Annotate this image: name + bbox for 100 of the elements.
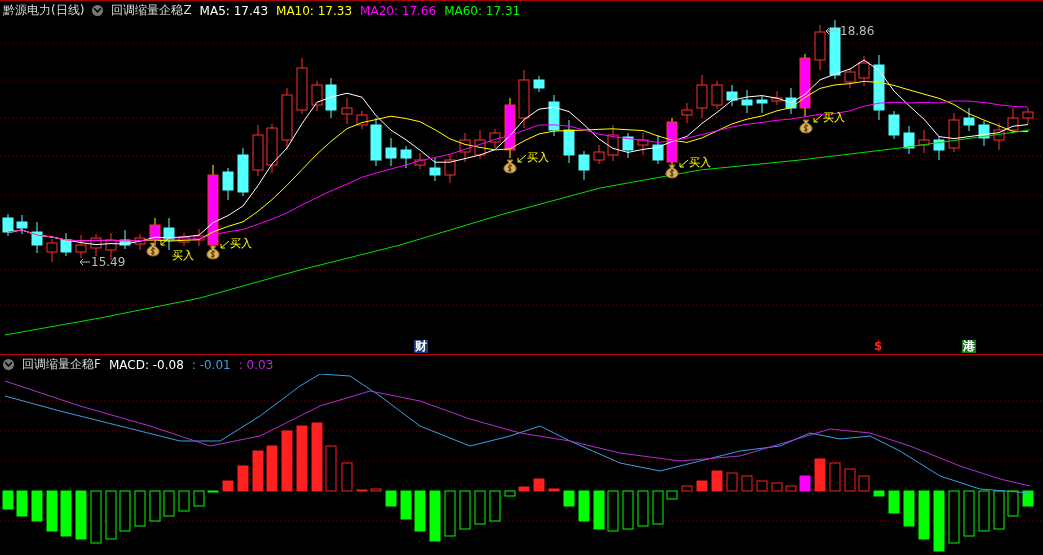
candlestick xyxy=(75,234,87,259)
histogram-bar xyxy=(385,490,397,507)
event-marker[interactable]: $ xyxy=(873,340,884,353)
buy-signal-label: 买入 xyxy=(527,151,549,164)
histogram-bar xyxy=(178,490,190,512)
candlestick xyxy=(622,132,634,159)
money-bag-icon xyxy=(665,164,679,179)
money-bag-icon xyxy=(799,119,813,134)
indicator-value: : -0.01 xyxy=(191,357,231,372)
indicator-value: MACD: -0.08 xyxy=(108,357,184,372)
histogram-bar xyxy=(993,490,1005,530)
candlestick xyxy=(593,144,605,165)
dropdown-icon[interactable] xyxy=(92,5,104,16)
histogram-bar xyxy=(237,465,249,492)
histogram-bar xyxy=(637,490,649,527)
histogram-bar xyxy=(414,490,426,532)
event-marker[interactable]: 港 xyxy=(962,340,976,353)
dropdown-icon[interactable] xyxy=(3,359,14,370)
histogram-bar xyxy=(844,468,856,492)
arrow-icon xyxy=(825,27,839,35)
indicator-value: : 0.03 xyxy=(238,357,274,372)
candlestick xyxy=(1022,107,1034,125)
indicator-value: MA60: 17.31 xyxy=(444,3,521,18)
candlestick xyxy=(60,232,72,257)
histogram-bar xyxy=(533,478,545,492)
money-bag-icon xyxy=(206,245,220,260)
candlestick xyxy=(948,112,960,153)
histogram-bar xyxy=(489,490,501,522)
candlestick xyxy=(311,80,323,112)
buy-signal-label: 买入 xyxy=(230,237,252,250)
histogram-bar xyxy=(963,490,975,537)
arrow-icon xyxy=(220,240,230,249)
candlestick xyxy=(873,54,885,121)
candlestick xyxy=(474,129,486,160)
histogram-bar xyxy=(741,475,753,492)
histogram-bar xyxy=(814,458,826,492)
candlestick xyxy=(489,128,501,149)
histogram-bar xyxy=(948,490,960,544)
candlestick xyxy=(711,80,723,110)
candlestick xyxy=(814,24,826,71)
histogram-bar xyxy=(607,490,619,532)
arrow-icon xyxy=(679,159,689,168)
high-price-label: 18.86 xyxy=(840,24,875,38)
candlestick xyxy=(237,147,249,197)
histogram-bar xyxy=(518,486,530,492)
histogram-bar xyxy=(504,490,516,497)
histogram-bar xyxy=(341,462,353,492)
histogram-bar xyxy=(829,462,841,492)
low-price-label: 15.49 xyxy=(91,255,126,269)
histogram-bar xyxy=(858,475,870,492)
candlestick xyxy=(903,125,915,155)
candlestick xyxy=(785,87,797,115)
candlestick xyxy=(563,119,575,164)
candlestick xyxy=(963,107,975,132)
histogram-bar xyxy=(16,490,28,517)
histogram-bar xyxy=(75,490,87,540)
histogram-bar xyxy=(60,490,72,537)
candlestick xyxy=(844,67,856,89)
arrow-icon xyxy=(79,258,91,266)
candlestick xyxy=(548,94,560,137)
histogram-bar xyxy=(726,472,738,492)
histogram-bar xyxy=(771,482,783,492)
candlestick xyxy=(31,221,43,254)
histogram-bar xyxy=(444,490,456,537)
candlestick xyxy=(607,124,619,162)
candlestick xyxy=(119,229,131,250)
histogram-bar xyxy=(134,490,146,527)
indicator-value: MA20: 17.66 xyxy=(360,3,437,18)
histogram-bar xyxy=(222,480,234,492)
money-bag-icon xyxy=(146,242,160,257)
candlestick xyxy=(652,134,664,165)
candlestick xyxy=(149,217,161,249)
histogram-bar xyxy=(785,485,797,492)
indicator-value: MA10: 17.33 xyxy=(276,3,353,18)
candlestick xyxy=(459,132,471,163)
candlestick xyxy=(518,69,530,129)
histogram-bar xyxy=(2,490,14,510)
buy-signal-label: 买入 xyxy=(172,249,194,262)
histogram-bar xyxy=(266,445,278,492)
candlestick xyxy=(741,89,753,114)
histogram-bar xyxy=(578,490,590,522)
candlestick xyxy=(756,95,768,114)
candlestick xyxy=(429,157,441,182)
histogram-bar xyxy=(370,488,382,492)
candlestick xyxy=(829,20,841,80)
histogram-bar xyxy=(429,490,441,542)
candlestick xyxy=(222,167,234,201)
candlestick xyxy=(681,102,693,124)
money-bag-icon xyxy=(503,159,517,174)
candlestick xyxy=(16,214,28,235)
indicator-name: 回调缩量企稳F xyxy=(22,356,101,373)
event-marker[interactable]: 财 xyxy=(414,340,428,353)
histogram-bar xyxy=(400,490,412,520)
candlestick xyxy=(90,233,102,257)
histogram-bar xyxy=(149,490,161,522)
arrow-icon xyxy=(160,237,170,246)
candlestick xyxy=(356,110,368,130)
histogram-bar xyxy=(593,490,605,530)
candlestick xyxy=(578,150,590,181)
histogram-bar xyxy=(1022,490,1034,507)
